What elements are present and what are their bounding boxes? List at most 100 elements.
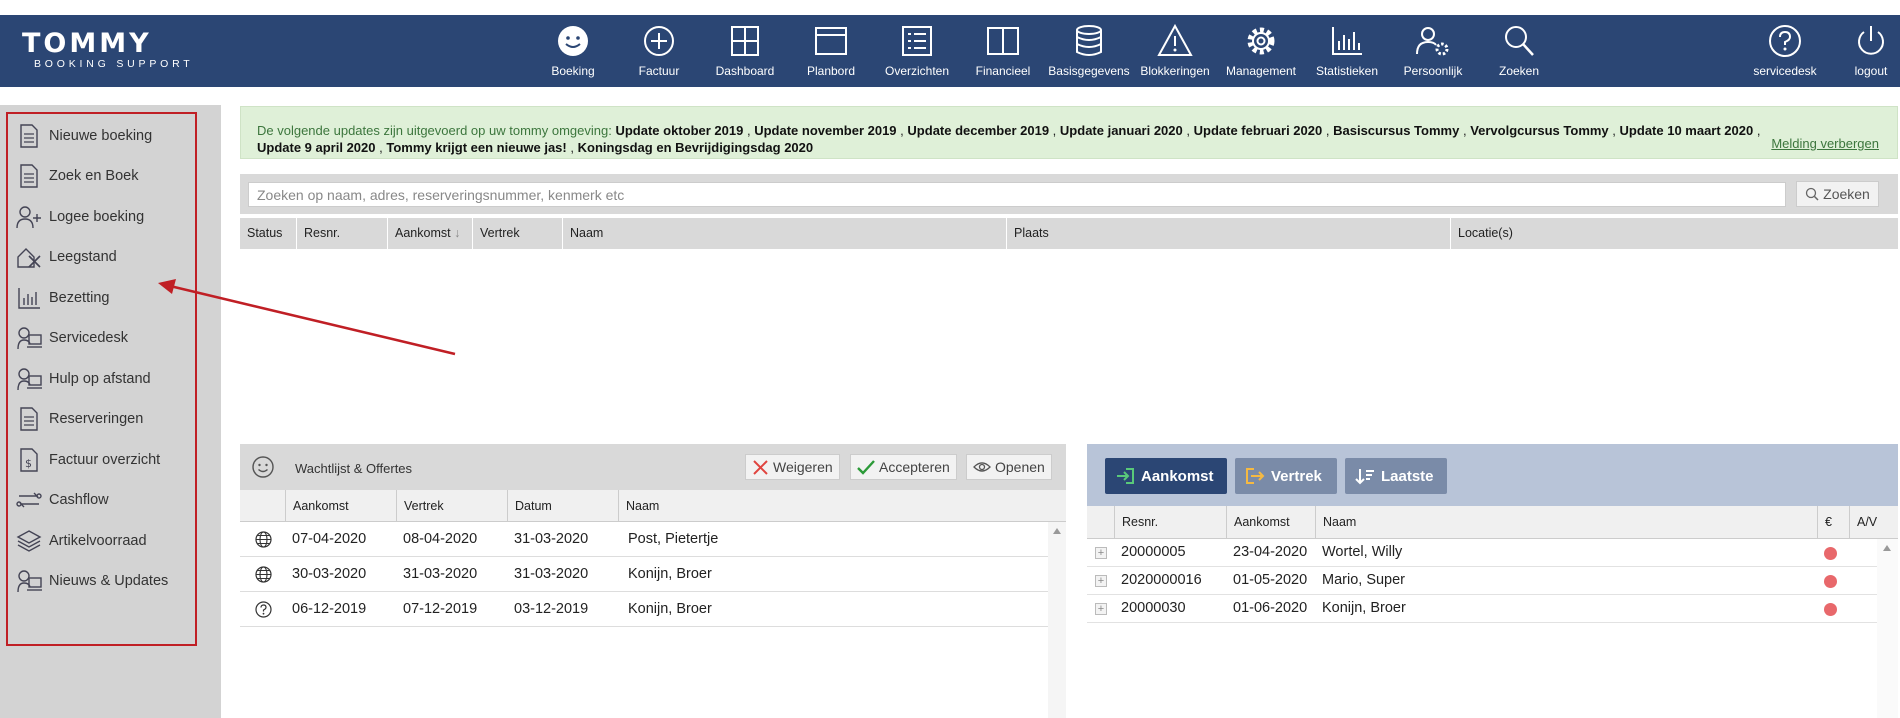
tab-vertrek[interactable]: Vertrek <box>1235 458 1337 494</box>
nav-boeking[interactable]: Boeking <box>530 15 616 87</box>
table-row[interactable]: + 20000030 01-06-2020 Konijn, Broer <box>1087 595 1877 623</box>
col-vertrek[interactable]: Vertrek <box>472 218 562 249</box>
col-euro[interactable]: € <box>1817 506 1849 539</box>
table-row[interactable]: + 20000005 23-04-2020 Wortel, Willy <box>1087 539 1877 567</box>
search-button[interactable]: Zoeken <box>1796 181 1879 207</box>
nav-label: Management <box>1225 64 1297 78</box>
notice-update-link[interactable]: Update januari 2020 <box>1060 123 1183 138</box>
nav-financieel[interactable]: Financieel <box>960 15 1046 87</box>
expand-icon[interactable]: + <box>1095 603 1107 615</box>
nav-label: Overzichten <box>884 64 950 78</box>
col-aankomst-label: Aankomst <box>395 226 451 240</box>
nav-zoeken[interactable]: Zoeken <box>1476 15 1562 87</box>
sidebar-item-zoek-en-boek[interactable]: Zoek en Boek <box>16 162 138 190</box>
board-icon <box>815 27 847 55</box>
nav-planbord[interactable]: Planbord <box>788 15 874 87</box>
notice-update-link[interactable]: Update november 2019 <box>754 123 896 138</box>
document-icon <box>20 407 38 431</box>
nav-dashboard[interactable]: Dashboard <box>702 15 788 87</box>
sidebar-item-nieuws-updates[interactable]: Nieuws & Updates <box>16 567 168 595</box>
sidebar-item-leegstand[interactable]: Leegstand <box>16 243 117 271</box>
scrollbar[interactable] <box>1877 539 1898 718</box>
nav-logout[interactable]: logout <box>1828 15 1900 87</box>
nav-statistieken[interactable]: Statistieken <box>1304 15 1390 87</box>
globe-icon <box>255 566 272 583</box>
notice-update-link[interactable]: Vervolgcursus Tommy <box>1470 123 1608 138</box>
notice-update-link[interactable]: Update februari 2020 <box>1194 123 1323 138</box>
tab-label: Laatste <box>1381 467 1434 485</box>
logo-title: TOMMY <box>22 28 152 59</box>
nav-factuur[interactable]: Factuur <box>616 15 702 87</box>
nav-blokkeringen[interactable]: Blokkeringen <box>1132 15 1218 87</box>
col-locaties[interactable]: Locatie(s) <box>1450 218 1898 249</box>
notice-update-link[interactable]: Koningsdag en Bevrijdigingsdag 2020 <box>578 140 814 155</box>
sidebar-item-logee-boeking[interactable]: Logee boeking <box>16 203 144 231</box>
col-aankomst[interactable]: Aankomst <box>285 490 396 522</box>
cell-aankomst: 30-03-2020 <box>292 566 367 582</box>
sidebar-item-label: Servicedesk <box>49 330 128 346</box>
notice-update-link[interactable]: Update oktober 2019 <box>615 123 743 138</box>
waitlist-columns: Aankomst Vertrek Datum Naam <box>240 490 1066 522</box>
cell-naam: Wortel, Willy <box>1322 544 1403 560</box>
nav-servicedesk[interactable]: servicedesk <box>1742 15 1828 87</box>
sidebar-item-artikelvoorraad[interactable]: Artikelvoorraad <box>16 527 147 555</box>
accept-button[interactable]: Accepteren <box>850 454 957 480</box>
notice-update-link[interactable]: Tommy krijgt een nieuwe jas! <box>386 140 566 155</box>
search-input[interactable]: Zoeken op naam, adres, reserveringsnumme… <box>248 182 1786 207</box>
search-panel: Zoeken op naam, adres, reserveringsnumme… <box>240 174 1898 214</box>
expand-icon[interactable]: + <box>1095 547 1107 559</box>
table-row[interactable]: 30-03-2020 31-03-2020 31-03-2020 Konijn,… <box>240 557 1048 592</box>
notice-update-link[interactable]: Update 10 maart 2020 <box>1620 123 1754 138</box>
sidebar-item-cashflow[interactable]: Cashflow <box>16 486 109 514</box>
tab-aankomst[interactable]: Aankomst <box>1105 458 1227 494</box>
notice-update-link[interactable]: Basiscursus Tommy <box>1333 123 1459 138</box>
notice-update-link[interactable]: Update 9 april 2020 <box>257 140 376 155</box>
close-icon <box>753 459 768 475</box>
col-aankomst[interactable]: Aankomst <box>1226 506 1315 539</box>
col-naam[interactable]: Naam <box>562 218 1006 249</box>
col-aankomst[interactable]: Aankomst ↓ <box>387 218 472 249</box>
sidebar-item-factuur-overzicht[interactable]: $ Factuur overzicht <box>16 446 160 474</box>
nav-management[interactable]: Management <box>1218 15 1304 87</box>
table-row[interactable]: 06-12-2019 07-12-2019 03-12-2019 Konijn,… <box>240 592 1048 627</box>
col-naam[interactable]: Naam <box>618 490 1048 522</box>
arrivals-panel: Aankomst Vertrek Laatste Resnr. Aankomst… <box>1087 444 1898 718</box>
reject-button[interactable]: Weigeren <box>745 454 840 480</box>
scroll-up-icon <box>1053 528 1061 534</box>
open-button[interactable]: Openen <box>966 454 1052 480</box>
search-icon <box>1505 26 1534 56</box>
col-resnr[interactable]: Resnr. <box>296 218 387 249</box>
col-vertrek[interactable]: Vertrek <box>396 490 507 522</box>
sidebar-item-reserveringen[interactable]: Reserveringen <box>16 405 143 433</box>
col-naam[interactable]: Naam <box>1315 506 1817 539</box>
invoice-dollar-icon: $ <box>20 448 38 472</box>
nav-basisgegevens[interactable]: Basisgegevens <box>1046 15 1132 87</box>
nav-overzichten[interactable]: Overzichten <box>874 15 960 87</box>
cell-resnr: 20000030 <box>1121 600 1186 616</box>
support-icon <box>17 570 42 593</box>
col-plaats[interactable]: Plaats <box>1006 218 1450 249</box>
sidebar-item-nieuwe-boeking[interactable]: Nieuwe boeking <box>16 122 152 150</box>
search-button-label: Zoeken <box>1823 186 1870 202</box>
table-row[interactable]: + 2020000016 01-05-2020 Mario, Super <box>1087 567 1877 595</box>
col-status[interactable]: Status <box>240 218 296 249</box>
sidebar-item-hulp-op-afstand[interactable]: Hulp op afstand <box>16 365 151 393</box>
cell-aankomst: 07-04-2020 <box>292 531 367 547</box>
col-av[interactable]: A/V <box>1849 506 1898 539</box>
sidebar-item-bezetting[interactable]: Bezetting <box>16 284 109 312</box>
notice-update-link[interactable]: Update december 2019 <box>907 123 1049 138</box>
col-datum[interactable]: Datum <box>507 490 618 522</box>
sidebar-item-servicedesk[interactable]: Servicedesk <box>16 324 128 352</box>
cell-naam: Mario, Super <box>1322 572 1406 588</box>
hide-notice-link[interactable]: Melding verbergen <box>1771 135 1879 152</box>
expand-icon[interactable]: + <box>1095 575 1107 587</box>
nav-persoonlijk[interactable]: Persoonlijk <box>1390 15 1476 87</box>
table-row[interactable]: 07-04-2020 08-04-2020 31-03-2020 Post, P… <box>240 522 1048 557</box>
cell-naam: Post, Pietertje <box>628 531 719 547</box>
scrollbar[interactable] <box>1048 522 1066 718</box>
col-resnr[interactable]: Resnr. <box>1114 506 1226 539</box>
tab-laatste[interactable]: Laatste <box>1345 458 1447 494</box>
sidebar-item-label: Bezetting <box>49 290 110 306</box>
tommy-logo[interactable]: TOMMY BOOKING SUPPORT <box>22 28 212 70</box>
waitlist-title: Wachtlijst & Offertes <box>295 461 413 476</box>
